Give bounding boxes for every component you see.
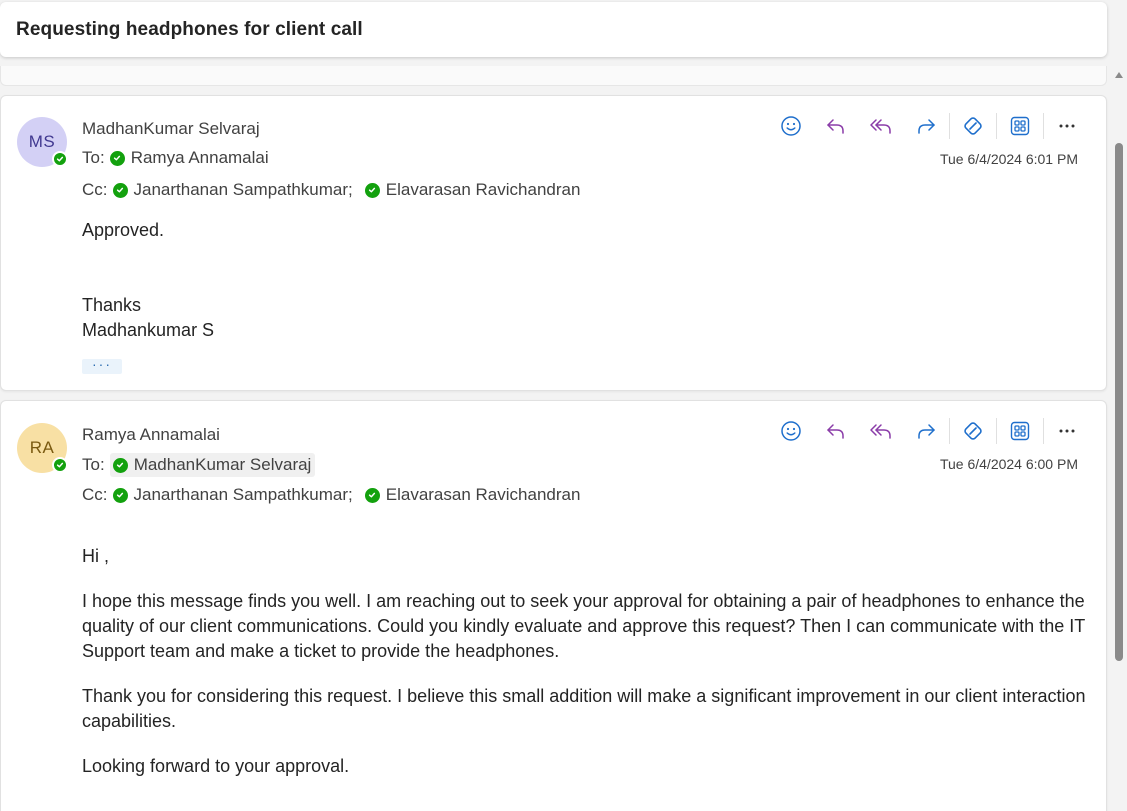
cc-label: Cc: [82, 485, 108, 504]
recipient-name: Elavarasan Ravichandran [385, 180, 581, 199]
recipient-name: Elavarasan Ravichandran [385, 485, 581, 504]
more-actions-button[interactable] [1052, 111, 1082, 141]
cc-line: Cc: Janarthanan Sampathkumar; Elavarasan… [82, 180, 580, 200]
presence-available-icon [364, 182, 380, 198]
viva-insights-button[interactable] [958, 416, 988, 446]
body-paragraph: Approved. [82, 220, 165, 240]
viva-icon [964, 422, 982, 440]
subject-header: Requesting headphones for client call [0, 2, 1107, 57]
emoji-react-button[interactable] [776, 111, 806, 141]
show-quoted-text-button[interactable]: ··· [82, 357, 122, 374]
message-card[interactable]: RA Ramya Annamalai To: MadhanKumar Selva… [0, 400, 1107, 811]
body-paragraph: Hi , [82, 546, 109, 566]
message-body: Approved. Thanks Madhankumar S [82, 218, 1082, 343]
more-icon [1059, 124, 1075, 128]
recipient[interactable]: Elavarasan Ravichandran [364, 485, 581, 505]
smiley-icon [781, 421, 801, 441]
avatar-initials: RA [29, 438, 55, 457]
message-timestamp: Tue 6/4/2024 6:00 PM [939, 456, 1078, 472]
to-line: To: MadhanKumar Selvaraj [82, 453, 316, 477]
apps-grid-icon [1010, 421, 1030, 441]
message-actions-toolbar [776, 111, 1082, 141]
forward-icon [918, 119, 935, 134]
recipient-name: Janarthanan Sampathkumar; [133, 180, 353, 199]
apps-button[interactable] [1005, 111, 1035, 141]
sender-name[interactable]: MadhanKumar Selvaraj [82, 119, 260, 139]
reply-all-icon [870, 424, 891, 439]
message-timestamp: Tue 6/4/2024 6:01 PM [939, 151, 1078, 167]
recipient[interactable]: Elavarasan Ravichandran [364, 180, 581, 200]
toolbar-divider [949, 113, 950, 139]
more-actions-button[interactable] [1052, 416, 1082, 446]
recipient[interactable]: Janarthanan Sampathkumar; [112, 485, 353, 505]
apps-button[interactable] [1005, 416, 1035, 446]
toolbar-divider [996, 418, 997, 444]
recipient[interactable]: Janarthanan Sampathkumar; [112, 180, 353, 200]
more-icon [1059, 429, 1075, 433]
recipient-name: Ramya Annamalai [130, 148, 269, 167]
reply-button[interactable] [821, 416, 851, 446]
reply-all-button[interactable] [866, 111, 896, 141]
apps-grid-icon [1010, 116, 1030, 136]
reply-all-icon [870, 119, 891, 134]
toolbar-divider [1043, 418, 1044, 444]
to-label: To: [82, 148, 105, 167]
presence-available-icon [109, 150, 125, 166]
presence-available-icon [364, 487, 380, 503]
cc-line: Cc: Janarthanan Sampathkumar; Elavarasan… [82, 485, 580, 505]
toolbar-divider [949, 418, 950, 444]
forward-button[interactable] [911, 111, 941, 141]
recipient[interactable]: Ramya Annamalai [109, 148, 269, 168]
body-paragraph: Madhankumar S [82, 320, 215, 340]
message-card[interactable]: MS MadhanKumar Selvaraj To: Ramya Annama… [0, 95, 1107, 391]
avatar[interactable]: MS [17, 117, 68, 167]
body-paragraph: Thank you for considering this request. … [82, 686, 1086, 731]
sender-name[interactable]: Ramya Annamalai [82, 425, 220, 445]
toolbar-divider [996, 113, 997, 139]
presence-available-icon [112, 182, 128, 198]
cc-label: Cc: [82, 180, 108, 199]
collapsed-messages-strip[interactable] [0, 66, 1107, 86]
reply-all-button[interactable] [866, 416, 896, 446]
viva-icon [964, 117, 982, 135]
message-actions-toolbar [776, 416, 1082, 446]
reply-button[interactable] [821, 111, 851, 141]
body-paragraph: Thanks [82, 295, 142, 315]
recipient-name: Janarthanan Sampathkumar; [133, 485, 353, 504]
to-label: To: [82, 455, 105, 474]
viva-insights-button[interactable] [958, 111, 988, 141]
emoji-react-button[interactable] [776, 416, 806, 446]
scroll-up-arrow-icon[interactable] [1115, 72, 1123, 78]
avatar-initials: MS [28, 132, 56, 151]
recipient[interactable]: MadhanKumar Selvaraj [109, 453, 316, 477]
forward-icon [918, 424, 935, 439]
toolbar-divider [1043, 113, 1044, 139]
to-line: To: Ramya Annamalai [82, 148, 269, 168]
body-paragraph: Looking forward to your approval. [82, 756, 350, 776]
presence-available-icon [52, 151, 68, 167]
forward-button[interactable] [911, 416, 941, 446]
email-subject: Requesting headphones for client call [16, 18, 363, 40]
recipient-name: MadhanKumar Selvaraj [133, 455, 312, 474]
smiley-icon [781, 116, 801, 136]
presence-available-icon [52, 457, 68, 473]
presence-available-icon [112, 487, 128, 503]
presence-available-icon [112, 457, 128, 473]
reply-icon [827, 119, 844, 134]
reply-icon [827, 424, 844, 439]
body-paragraph: I hope this message finds you well. I am… [82, 591, 1085, 661]
avatar[interactable]: RA [17, 423, 68, 473]
scrollbar-thumb[interactable] [1115, 143, 1123, 661]
message-body: Hi , I hope this message finds you well.… [82, 544, 1087, 799]
